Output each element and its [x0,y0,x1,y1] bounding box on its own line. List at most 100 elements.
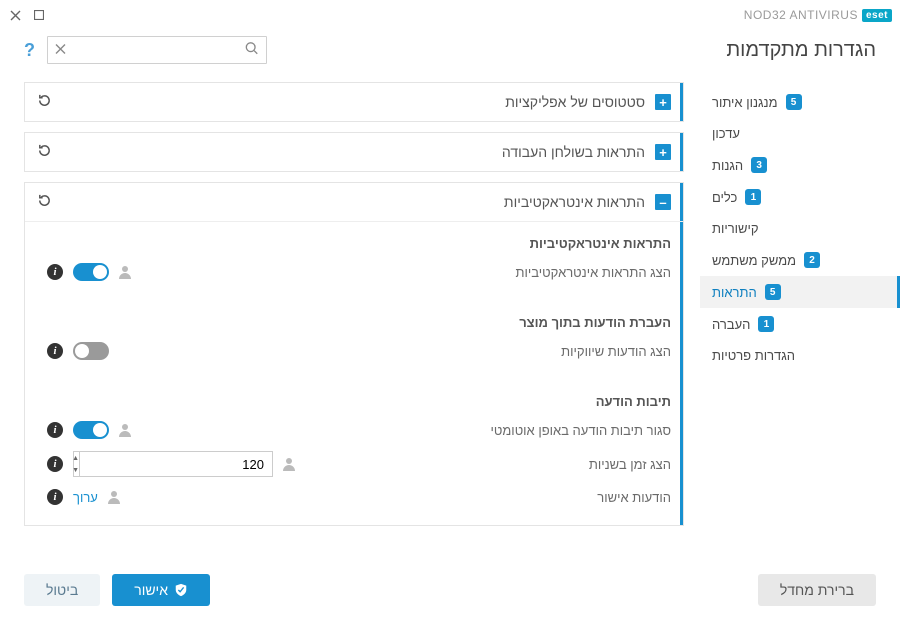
seconds-spinner: ▲ ▼ [73,451,273,477]
badge: 2 [804,252,820,268]
accent-stripe [680,222,683,525]
panel-title: התראות אינטראקטיביות [62,194,645,210]
row-label: הצג זמן בשניות [313,457,671,472]
badge: 1 [745,189,761,205]
clear-icon[interactable] [55,43,66,58]
topbar: הגדרות מתקדמות ? [0,30,900,70]
expand-icon[interactable]: + [655,144,671,160]
sidebar-item-label: מנגנון איתור [712,95,778,110]
product-name: NOD32 ANTIVIRUS [744,8,858,22]
section-heading-message-boxes: תיבות הודעה [47,394,671,409]
footer: ברירת מחדל אישור ביטול [0,560,900,620]
panel-header[interactable]: – התראות אינטראקטיביות [25,183,683,221]
row-seconds: הצג זמן בשניות ▲ ▼ i [47,445,671,483]
shield-icon [174,583,188,597]
sidebar-item-update[interactable]: עדכון [700,118,900,149]
sidebar-item-privacy[interactable]: הגדרות פרטיות [700,340,900,371]
control [73,342,303,360]
reset-icon[interactable] [37,193,52,211]
info-icon[interactable]: i [47,343,63,359]
sidebar-item-tools[interactable]: 1 כלים [700,181,900,213]
panel-header[interactable]: + סטטוסים של אפליקציות [25,83,683,121]
control: ערוך [73,489,303,505]
info-icon[interactable]: i [47,264,63,280]
toggle-marketing[interactable] [73,342,109,360]
section-heading-product-messaging: העברת הודעות בתוך מוצר [47,315,671,330]
sidebar-item-ui[interactable]: 2 ממשק משתמש [700,244,900,276]
sidebar-item-label: העברה [712,317,750,332]
panel-body: התראות אינטראקטיביות הצג התראות אינטראקט… [25,221,683,525]
row-label: הצג הודעות שיווקיות [313,344,671,359]
row-marketing: הצג הודעות שיווקיות i [47,336,671,366]
info-icon[interactable]: i [47,422,63,438]
sidebar-item-label: ממשק משתמש [712,253,796,268]
help-icon[interactable]: ? [24,40,35,61]
sidebar-item-protections[interactable]: 3 הגנות [700,149,900,181]
row-confirm: הודעות אישור ערוך i [47,483,671,511]
search-input[interactable] [47,36,267,64]
search-icon [245,42,259,59]
spinner-up[interactable]: ▲ [72,452,79,464]
sidebar: 5מנגנון איתור עדכון 3הגנות 1כלים קישוריו… [700,70,900,560]
main: 5מנגנון איתור עדכון 3הגנות 1כלים קישוריו… [0,70,900,560]
badge: 3 [751,157,767,173]
sidebar-item-forwarding[interactable]: 1 העברה [700,308,900,340]
accent-stripe [680,133,683,171]
row-autoclose: סגור תיבות הודעה באופן אוטומטי i [47,415,671,445]
user-icon [281,456,297,472]
close-button[interactable] [8,8,22,22]
user-icon [117,422,133,438]
search-box [47,36,267,64]
info-icon[interactable]: i [47,456,63,472]
toggle-show-interactive[interactable] [73,263,109,281]
ok-label: אישור [134,582,168,598]
brand-badge: eset [862,9,892,22]
window-controls [8,8,52,22]
collapse-icon[interactable]: – [655,194,671,210]
panel-header[interactable]: + התראות בשולחן העבודה [25,133,683,171]
row-label: סגור תיבות הודעה באופן אוטומטי [313,423,671,438]
info-icon[interactable]: i [47,489,63,505]
spinner-buttons: ▲ ▼ [72,452,80,476]
sidebar-item-label: עדכון [712,126,740,141]
accent-stripe [680,183,683,221]
badge: 5 [765,284,781,300]
section-heading-interactive: התראות אינטראקטיביות [47,236,671,251]
panel-title: סטטוסים של אפליקציות [62,94,645,110]
content: + סטטוסים של אפליקציות + התראות בשולחן ה… [0,70,700,560]
user-icon [106,489,122,505]
sidebar-item-label: הגנות [712,158,743,173]
spinner-down[interactable]: ▼ [72,464,79,476]
reset-icon[interactable] [37,143,52,161]
row-show-interactive: הצג התראות אינטראקטיביות i [47,257,671,287]
default-button[interactable]: ברירת מחדל [758,574,876,606]
badge: 1 [758,316,774,332]
sidebar-item-notifications[interactable]: 5 התראות [700,276,900,308]
reset-icon[interactable] [37,93,52,111]
control [73,421,303,439]
maximize-button[interactable] [32,8,46,22]
expand-icon[interactable]: + [655,94,671,110]
cancel-button[interactable]: ביטול [24,574,100,606]
control: ▲ ▼ [73,451,303,477]
footer-buttons: אישור ביטול [24,574,210,606]
titlebar: eset NOD32 ANTIVIRUS [0,0,900,30]
panel-interactive-notifications: – התראות אינטראקטיביות התראות אינטראקטיב… [24,182,684,526]
edit-link[interactable]: ערוך [73,490,98,505]
control [73,263,303,281]
sidebar-item-label: קישוריות [712,221,759,236]
sidebar-item-connectivity[interactable]: קישוריות [700,213,900,244]
toggle-autoclose[interactable] [73,421,109,439]
ok-button[interactable]: אישור [112,574,210,606]
seconds-input[interactable] [80,452,272,476]
page-title: הגדרות מתקדמות [726,39,876,62]
sidebar-item-label: כלים [712,190,737,205]
user-icon [117,264,133,280]
sidebar-item-detection-engine[interactable]: 5מנגנון איתור [700,86,900,118]
panel-app-status: + סטטוסים של אפליקציות [24,82,684,122]
search-area: ? [24,36,267,64]
sidebar-item-label: התראות [712,285,757,300]
accent-stripe [680,83,683,121]
panel-desktop-notifications: + התראות בשולחן העבודה [24,132,684,172]
brand: eset NOD32 ANTIVIRUS [744,8,892,22]
